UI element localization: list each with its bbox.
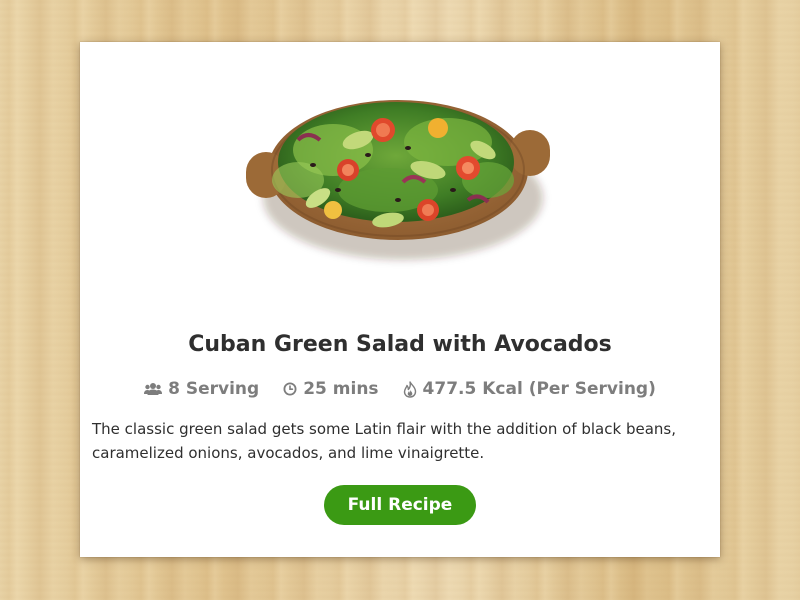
recipe-card: Cuban Green Salad with Avocados 8 Servin… (80, 42, 720, 557)
recipe-meta: 8 Serving 25 mins 477.5 Kcal (Per Servin… (80, 379, 720, 399)
time-info: 25 mins (283, 379, 379, 399)
recipe-description: The classic green salad gets some Latin … (92, 420, 676, 462)
time-text: 25 mins (303, 379, 379, 399)
flame-icon (403, 380, 416, 398)
users-icon (144, 383, 163, 395)
calories-text: 477.5 Kcal (Per Serving) (422, 379, 656, 399)
servings-info: 8 Serving (144, 379, 259, 399)
recipe-title: Cuban Green Salad with Avocados (188, 332, 612, 357)
full-recipe-button[interactable]: Full Recipe (324, 485, 476, 525)
salad-image (246, 100, 550, 260)
servings-text: 8 Serving (168, 379, 260, 399)
clock-icon (283, 382, 297, 396)
calories-info: 477.5 Kcal (Per Serving) (403, 379, 656, 399)
